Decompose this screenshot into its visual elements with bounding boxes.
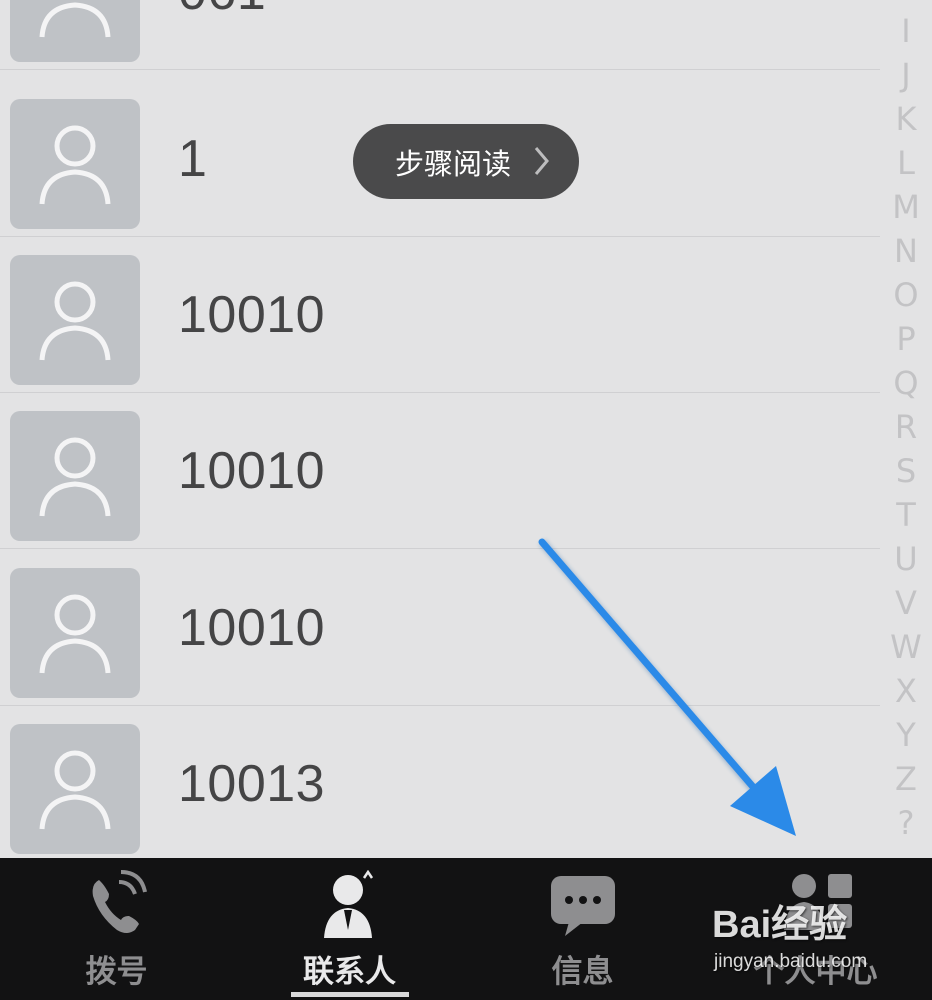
index-letter[interactable]: S: [880, 452, 932, 490]
watermark-brand: Bai经验: [712, 904, 848, 946]
avatar: [10, 255, 140, 385]
contact-row[interactable]: 10010: [0, 393, 880, 549]
index-letter[interactable]: P: [880, 320, 932, 358]
index-letter[interactable]: U: [880, 540, 932, 578]
index-letter[interactable]: T: [880, 496, 932, 534]
index-letter[interactable]: Q: [880, 364, 932, 402]
tab-label: 拨号: [85, 954, 148, 990]
person-silhouette-icon: [39, 437, 111, 517]
contact-name: 10010: [178, 442, 326, 500]
person-silhouette-icon: [39, 2, 111, 38]
person-silhouette-icon: [39, 281, 111, 361]
index-letter[interactable]: N: [880, 232, 932, 270]
contact-name: 061: [178, 0, 266, 22]
tab-label: 联系人: [303, 954, 396, 990]
chevron-right-icon: [534, 147, 549, 175]
avatar: [10, 411, 140, 541]
index-letter[interactable]: M: [880, 188, 932, 226]
phone-icon: [92, 870, 147, 933]
message-bubble-icon: [550, 876, 615, 936]
index-letter[interactable]: X: [880, 672, 932, 710]
index-letter[interactable]: I: [880, 12, 932, 50]
contact-name: 1: [178, 130, 208, 188]
avatar: [10, 724, 140, 854]
annotation-arrow: [538, 538, 796, 836]
person-silhouette-icon: [39, 125, 111, 205]
contact-row[interactable]: 061: [0, 0, 880, 70]
index-letter[interactable]: L: [880, 144, 932, 182]
tab-contacts[interactable]: 联系人: [233, 858, 466, 1000]
baidu-jingyan-watermark: Bai经验 jingyan.baidu.com: [712, 893, 912, 985]
person-silhouette-icon: [39, 594, 111, 674]
active-tab-indicator: [291, 992, 409, 997]
index-letter[interactable]: Z: [880, 760, 932, 798]
index-letter[interactable]: ?: [880, 804, 932, 842]
step-reading-label: 步骤阅读: [395, 146, 512, 181]
contact-name: 10013: [178, 755, 326, 813]
index-letter[interactable]: V: [880, 584, 932, 622]
index-letter[interactable]: R: [880, 408, 932, 446]
contact-name: 10010: [178, 286, 326, 344]
step-reading-button[interactable]: 步骤阅读: [353, 124, 579, 199]
tab-label: 信息: [551, 954, 614, 990]
alphabet-index[interactable]: I J K L M N O P Q R S T U V W X Y Z ?: [880, 0, 932, 860]
contact-name: 10010: [178, 599, 326, 657]
index-letter[interactable]: W: [880, 628, 932, 666]
tab-dial[interactable]: 拨号: [0, 858, 233, 1000]
contact-person-icon: [323, 870, 373, 938]
index-letter[interactable]: Y: [880, 716, 932, 754]
watermark-url: jingyan.baidu.com: [714, 951, 868, 972]
index-letter[interactable]: O: [880, 276, 932, 314]
person-silhouette-icon: [39, 750, 111, 830]
avatar: [10, 99, 140, 229]
contact-row[interactable]: 10010: [0, 237, 880, 393]
tab-messages[interactable]: 信息: [466, 858, 699, 1000]
avatar: [10, 568, 140, 698]
contacts-screen: 061 1 10010 10010 10010: [0, 0, 932, 1000]
index-letter[interactable]: K: [880, 100, 932, 138]
index-letter[interactable]: J: [880, 56, 932, 94]
avatar: [10, 0, 140, 62]
